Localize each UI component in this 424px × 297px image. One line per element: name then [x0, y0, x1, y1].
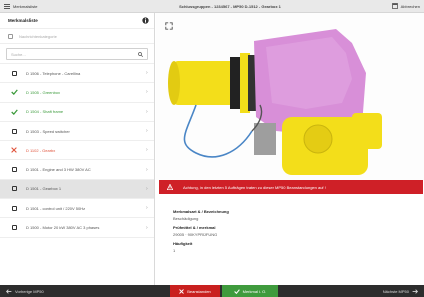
warning-icon — [167, 184, 173, 190]
reject-button[interactable]: Beanstanden — [170, 285, 220, 297]
list-item[interactable]: D 1501 - control unit / 220V 50Hz › — [0, 199, 154, 219]
item-checkbox[interactable] — [11, 167, 17, 173]
item-checkbox[interactable] — [11, 225, 17, 231]
info-icon[interactable] — [142, 17, 149, 24]
ok-label: Merkmal i. O. — [242, 288, 267, 294]
search-icon — [138, 51, 143, 57]
robot-arm-image — [168, 29, 382, 175]
ok-button[interactable]: Merkmal i. O. — [222, 285, 278, 297]
expand-image-button[interactable] — [164, 21, 174, 31]
list-item[interactable]: D 1102 - Gearbx › — [0, 141, 154, 161]
chevron-right-icon: › — [146, 185, 148, 192]
item-checkbox[interactable] — [11, 128, 17, 134]
feature-list: D 1506 - Telephone - Carellina › D 1505 … — [0, 64, 154, 238]
bottom-bar: Vorherige MP50 Beanstanden Merkmal i. O.… — [0, 285, 424, 297]
checkmark-icon — [10, 89, 18, 96]
info-value: 29005 · 90KYPRÜFUNG — [173, 232, 218, 237]
merkmalsliste-label: Merkmalsliste — [13, 3, 38, 9]
window-icon — [391, 3, 398, 9]
sidebar: Merkmalsliste Nachrichtenkategorie Suche… — [0, 13, 155, 285]
list-item[interactable]: D 1505 - Greenbox › — [0, 83, 154, 103]
chevron-right-icon: › — [146, 70, 148, 77]
top-bar: Merkmalsliste Schlussgruppen - 1234567 -… — [0, 0, 424, 13]
chevron-right-icon: › — [146, 224, 148, 231]
chevron-right-icon: › — [146, 108, 148, 115]
list-item-label: D 1503 - Speed switcher — [26, 128, 70, 134]
list-item[interactable]: D 1503 - Speed switcher › — [0, 122, 154, 142]
item-checkbox[interactable] — [11, 70, 17, 76]
cancel-button[interactable]: Abbrechen — [391, 3, 420, 9]
list-item-label: D 1501 - control unit / 220V 50Hz — [26, 205, 86, 211]
chevron-right-icon: › — [146, 89, 148, 96]
list-icon — [4, 4, 10, 9]
machine-photo — [156, 13, 424, 180]
arrow-right-icon — [412, 288, 418, 294]
list-item[interactable]: D 1501 - Engine and 3 HW 380V AC › — [0, 160, 154, 180]
info-value: Beschädigung — [173, 216, 199, 221]
checkmark-icon — [233, 288, 240, 294]
next-button[interactable]: Nächste MP50 — [383, 285, 418, 297]
merkmalsliste-link[interactable]: Merkmalsliste — [4, 3, 37, 9]
chevron-right-icon: › — [146, 128, 148, 135]
chevron-right-icon: › — [146, 205, 148, 212]
list-item[interactable]: D 1500 - Motor 20 kW 380V AC 3 phases › — [0, 218, 154, 238]
category-filter[interactable]: Nachrichtenkategorie — [0, 29, 154, 44]
previous-label: Vorherige MP50 — [15, 288, 44, 294]
chevron-right-icon: › — [146, 147, 148, 154]
feature-info: Merkmalsart & / Bezeichnung Beschädigung… — [159, 209, 423, 285]
search-input[interactable]: Suche... — [6, 48, 148, 60]
info-key: Prüfmittel & / merkmal — [173, 225, 216, 230]
sidebar-title: Merkmalsliste — [8, 18, 38, 23]
filter-label: Nachrichtenkategorie — [19, 33, 57, 39]
checkmark-icon — [10, 109, 18, 115]
info-key: Merkmalsart & / Bezeichnung — [173, 209, 229, 214]
page-title: Schlussgruppen - 1234567 - MP50 D-1512 -… — [179, 4, 281, 9]
list-item-label: D 1505 - Greenbox — [26, 89, 61, 95]
main-panel: Achtung, in den letzten 5 Aufträgen trat… — [156, 13, 424, 285]
list-item-label: D 1500 - Motor 20 kW 380V AC 3 phases — [26, 225, 100, 231]
warning-text: Achtung, in den letzten 5 Aufträgen trat… — [183, 184, 326, 190]
search-placeholder: Suche... — [11, 51, 26, 57]
filter-checkbox[interactable] — [8, 33, 13, 39]
arrow-left-icon — [6, 288, 12, 294]
item-checkbox[interactable] — [11, 186, 17, 192]
list-item-label: D 1506 - Telephone - Carellina — [26, 70, 81, 76]
close-icon — [11, 147, 17, 154]
list-item-label: D 1102 - Gearbx — [26, 147, 56, 153]
item-checkbox[interactable] — [11, 205, 17, 211]
expand-icon — [165, 22, 173, 30]
cancel-label: Abbrechen — [400, 3, 420, 9]
previous-button[interactable]: Vorherige MP50 — [6, 285, 44, 297]
search-area: Suche... — [0, 44, 154, 64]
sidebar-header: Merkmalsliste — [0, 13, 154, 29]
info-key: Häufigkeit — [173, 241, 193, 246]
reject-label: Beanstanden — [187, 288, 211, 294]
next-label: Nächste MP50 — [382, 288, 409, 294]
info-value: 1 — [173, 248, 176, 253]
chevron-right-icon: › — [146, 166, 148, 173]
list-item-selected[interactable]: D 1501 - Gearbox 1 › — [0, 179, 154, 200]
close-icon — [179, 288, 185, 294]
list-item-label: D 1504 - Shaft frame — [26, 109, 64, 115]
list-item[interactable]: D 1504 - Shaft frame › — [0, 103, 154, 122]
list-item-label: D 1501 - Engine and 3 HW 380V AC — [26, 167, 91, 173]
list-item-label: D 1501 - Gearbox 1 — [26, 186, 62, 192]
warning-banner: Achtung, in den letzten 5 Aufträgen trat… — [159, 180, 423, 194]
list-item[interactable]: D 1506 - Telephone - Carellina › — [0, 64, 154, 84]
